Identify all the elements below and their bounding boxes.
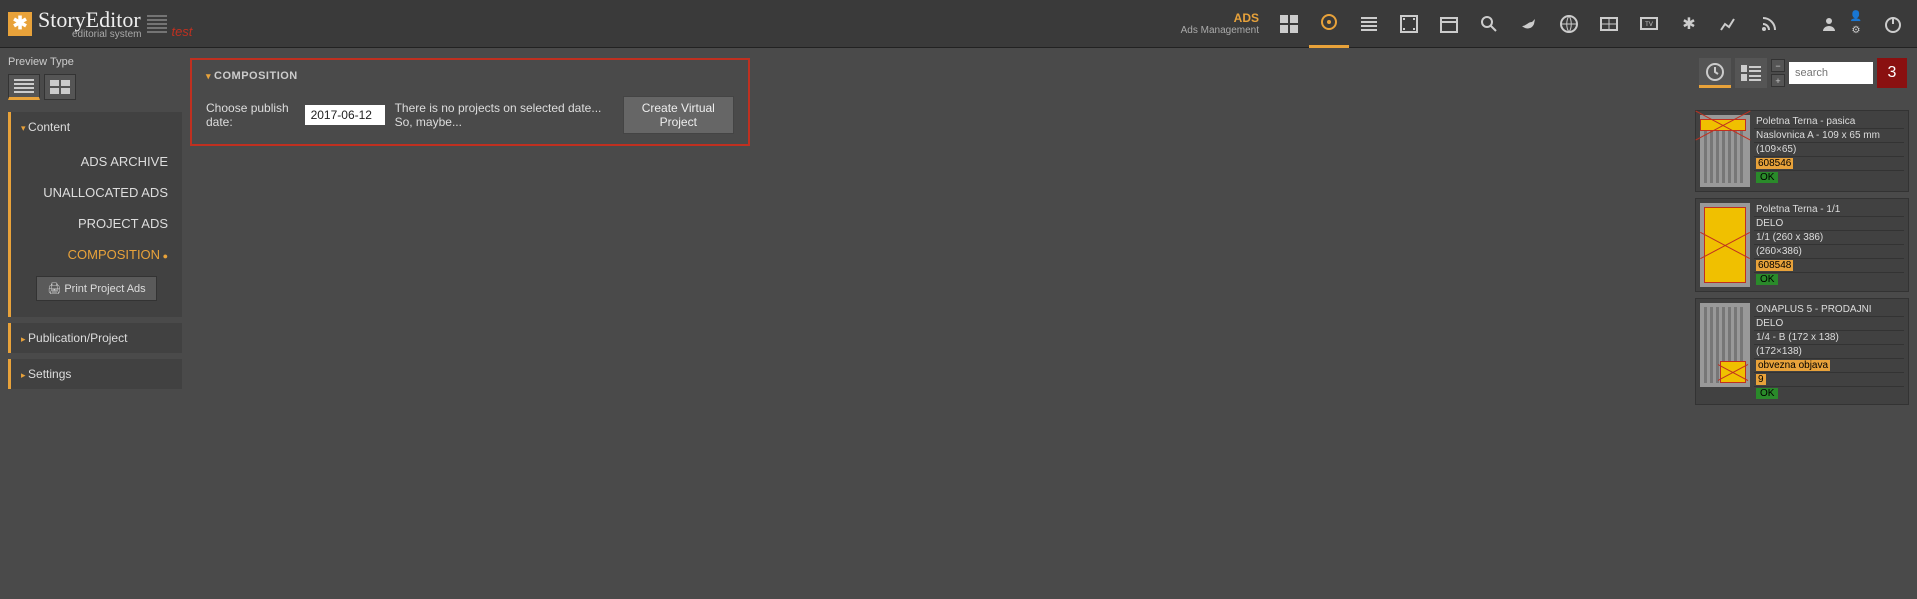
composition-title: COMPOSITION — [206, 70, 734, 82]
search-input[interactable] — [1789, 62, 1873, 84]
thumb — [1700, 303, 1750, 387]
publish-date-input[interactable] — [305, 105, 385, 125]
dove-icon[interactable] — [1509, 0, 1549, 48]
rss-icon[interactable] — [1749, 0, 1789, 48]
ad-card[interactable]: Poletna Terna - pasicaNaslovnica A - 109… — [1695, 110, 1909, 192]
ad-id: 9 — [1756, 374, 1766, 385]
film-icon[interactable] — [1389, 0, 1429, 48]
print-project-ads-button[interactable]: 🖨 Print Project Ads — [36, 276, 156, 301]
section-subtitle: Ads Management — [1181, 25, 1259, 36]
result-count: 3 — [1877, 58, 1907, 88]
left-panel: Preview Type Content ADS ARCHIVE UNALLOC… — [0, 48, 190, 599]
right-toolbar: −+ 3 — [1699, 58, 1907, 88]
thumb — [1700, 203, 1750, 287]
no-projects-text: There is no projects on selected date...… — [395, 101, 613, 129]
search-icon[interactable] — [1469, 0, 1509, 48]
thumb — [1700, 115, 1750, 187]
status-badge: OK — [1756, 274, 1778, 285]
menu-ads-archive[interactable]: ADS ARCHIVE — [11, 146, 182, 177]
accordion-pubproj: Publication/Project — [8, 323, 182, 353]
ad-id: 608548 — [1756, 260, 1793, 271]
ad-card[interactable]: ONAPLUS 5 - PRODAJNIDELO1/4 - B (172 x 1… — [1695, 298, 1909, 405]
create-virtual-project-button[interactable]: Create Virtual Project — [623, 96, 734, 134]
globe-icon[interactable] — [1549, 0, 1589, 48]
preview-list-icon[interactable] — [8, 74, 40, 100]
svg-text:✱: ✱ — [1682, 16, 1695, 33]
sort-up-down[interactable]: −+ — [1771, 59, 1785, 87]
power-icon[interactable] — [1869, 0, 1917, 48]
grid-icon[interactable] — [1269, 0, 1309, 48]
tv-icon[interactable]: TV — [1629, 0, 1669, 48]
env-label: test — [171, 24, 192, 39]
list-view-icon[interactable] — [1735, 58, 1767, 88]
card-info: ONAPLUS 5 - PRODAJNIDELO1/4 - B (172 x 1… — [1754, 303, 1904, 400]
lines-icon — [147, 14, 167, 34]
card-info: Poletna Terna - 1/1DELO1/1 (260 x 386)(2… — [1754, 203, 1904, 287]
section-label: ADS Ads Management — [1181, 11, 1259, 36]
ad-card[interactable]: Poletna Terna - 1/1DELO1/1 (260 x 386)(2… — [1695, 198, 1909, 292]
settings-header[interactable]: Settings — [11, 359, 182, 389]
card-info: Poletna Terna - pasicaNaslovnica A - 109… — [1754, 115, 1904, 187]
menu-project-ads[interactable]: PROJECT ADS — [11, 208, 182, 239]
chart-icon[interactable] — [1709, 0, 1749, 48]
content-header[interactable]: Content — [11, 112, 182, 142]
composition-box: COMPOSITION Choose publish date: There i… — [190, 58, 750, 146]
snow-icon[interactable]: ✱ — [1669, 0, 1709, 48]
logo-block: ✱ StoryEditor editorial system test — [0, 7, 192, 40]
preview-grid-icon[interactable] — [44, 74, 76, 100]
accordion-content: Content ADS ARCHIVE UNALLOCATED ADS PROJ… — [8, 112, 182, 317]
menu-composition[interactable]: COMPOSITION — [11, 239, 182, 270]
status-badge: OK — [1756, 172, 1778, 183]
ad-id: 608546 — [1756, 158, 1793, 169]
right-panel: −+ 3 Poletna Terna - pasicaNaslovnica A … — [1687, 48, 1917, 599]
choose-date-label: Choose publish date: — [206, 101, 295, 129]
menu-unallocated-ads[interactable]: UNALLOCATED ADS — [11, 177, 182, 208]
accordion-settings: Settings — [8, 359, 182, 389]
calendar-icon[interactable] — [1429, 0, 1469, 48]
preview-type-label: Preview Type — [8, 56, 182, 68]
card-list: Poletna Terna - pasicaNaslovnica A - 109… — [1695, 110, 1909, 405]
app-subtitle: editorial system — [72, 29, 141, 40]
pubproj-header[interactable]: Publication/Project — [11, 323, 182, 353]
lines-icon[interactable] — [1349, 0, 1389, 48]
main-content: COMPOSITION Choose publish date: There i… — [190, 48, 1687, 599]
target-icon[interactable] — [1309, 0, 1349, 48]
table-icon[interactable] — [1589, 0, 1629, 48]
section-title: ADS — [1181, 11, 1259, 25]
topbar: ✱ StoryEditor editorial system test ADS … — [0, 0, 1917, 48]
clock-icon[interactable] — [1699, 58, 1731, 88]
logo-icon: ✱ — [8, 12, 32, 36]
users-icon[interactable] — [1809, 0, 1849, 48]
svg-text:TV: TV — [1645, 22, 1653, 28]
settings-stack[interactable]: 👤⚙ — [1849, 0, 1869, 48]
toolbar-icons: TV ✱ 👤⚙ — [1269, 0, 1917, 47]
status-badge: OK — [1756, 388, 1778, 399]
